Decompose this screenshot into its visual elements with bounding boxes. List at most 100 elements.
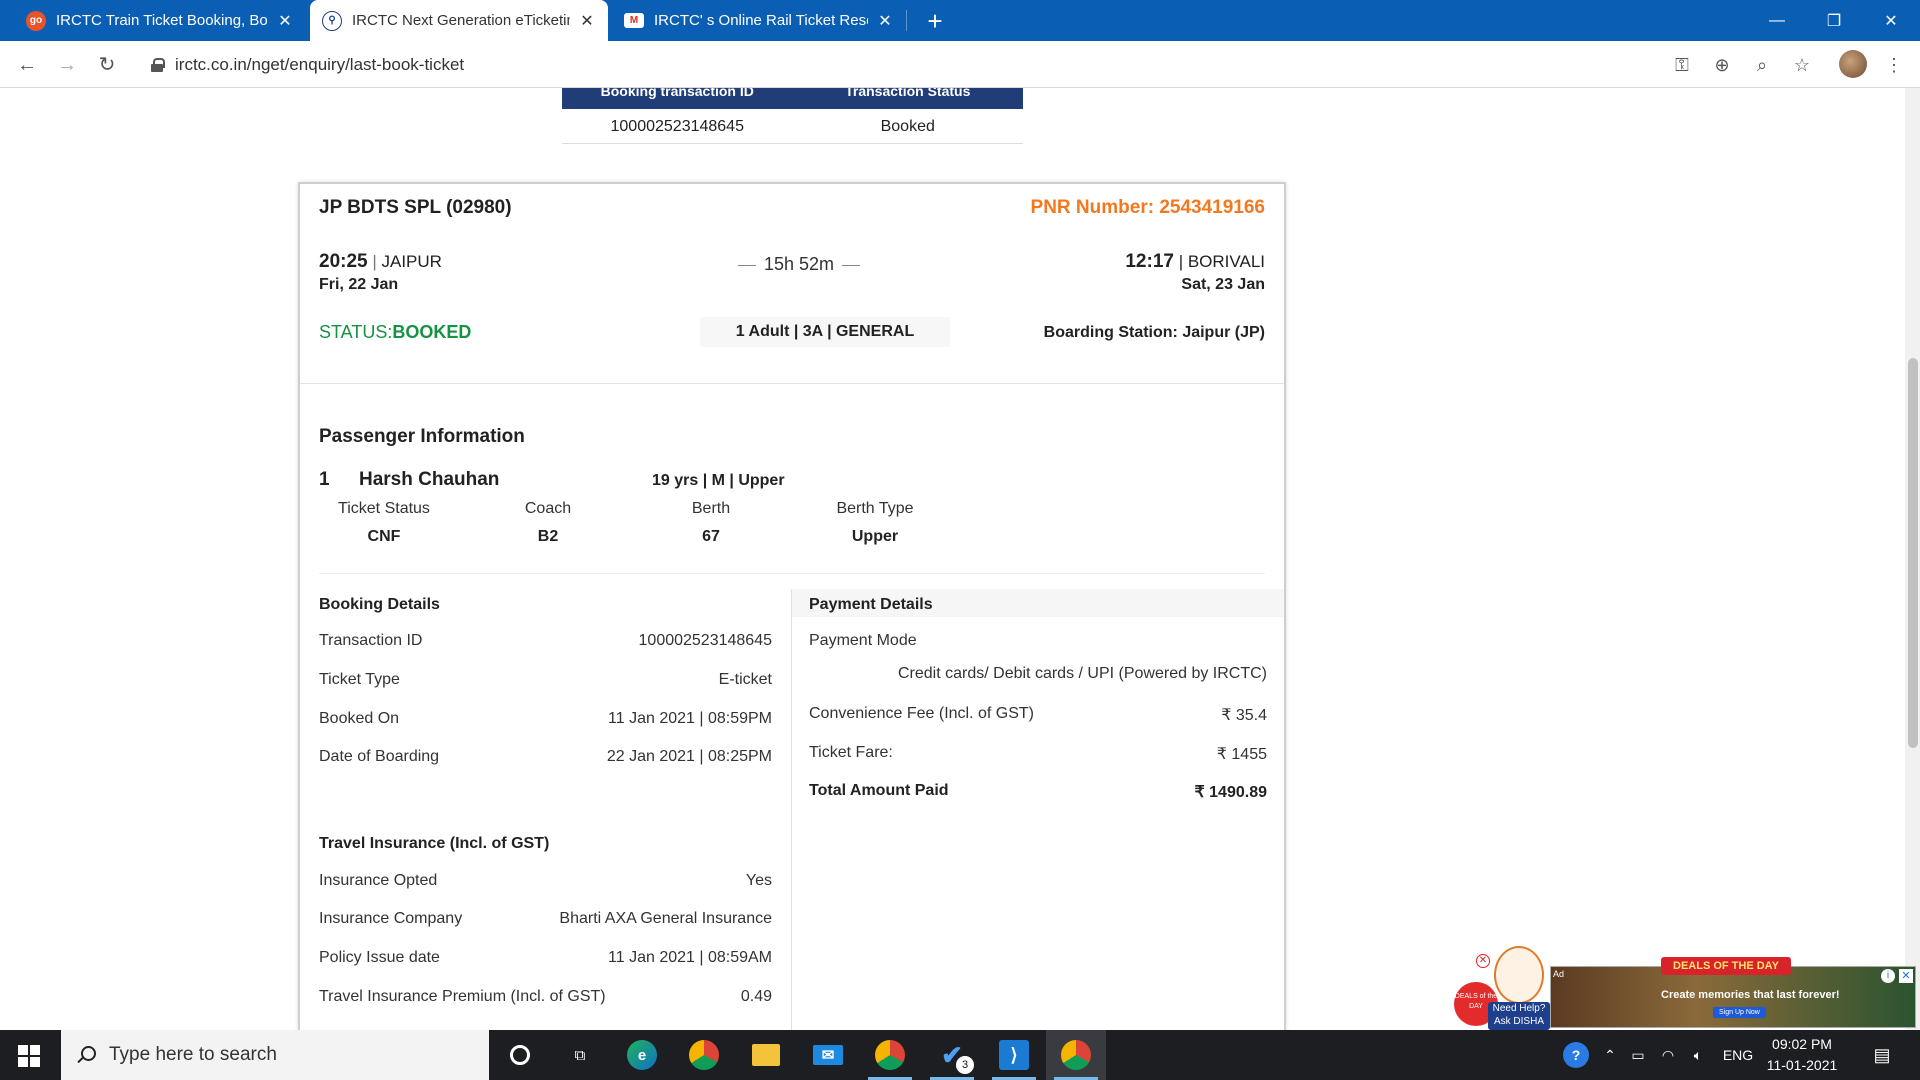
close-icon[interactable]: ✕ xyxy=(578,11,596,31)
bookmark-star-icon[interactable]: ☆ xyxy=(1790,53,1814,77)
task-view-icon[interactable]: ⧉ xyxy=(550,1030,610,1080)
ad-cta-button[interactable]: Sign Up Now xyxy=(1713,1007,1766,1018)
transaction-status-cell: Booked xyxy=(880,118,935,135)
row-label: Convenience Fee (Incl. of GST) xyxy=(809,705,1034,722)
arrival-date: Sat, 23 Jan xyxy=(1181,276,1265,293)
browser-toolbar: ← → ↻ irctc.co.in/nget/enquiry/last-book… xyxy=(0,41,1920,88)
row-value: ₹ 35.4 xyxy=(1221,707,1267,724)
back-arrow-icon[interactable]: ← xyxy=(13,51,41,79)
install-app-icon[interactable]: ⊕ xyxy=(1710,53,1734,77)
row-label: Ticket Fare: xyxy=(809,744,893,761)
status-value: BOOKED xyxy=(392,322,472,342)
minimize-button[interactable]: — xyxy=(1748,0,1806,41)
row-value: Yes xyxy=(745,872,772,889)
row-label: Transaction ID xyxy=(319,632,423,649)
berth-column: Berth 67 xyxy=(641,500,781,546)
gmail-icon: M xyxy=(624,13,644,28)
ad-label: Ad xyxy=(1553,969,1565,979)
forward-arrow-icon[interactable]: → xyxy=(53,51,81,79)
column-header: Transaction Status xyxy=(845,88,971,99)
arrival-time: 12:17 | BORIVALI xyxy=(1125,251,1265,272)
language-indicator[interactable]: ENG xyxy=(1718,1030,1758,1080)
edge-icon[interactable]: e xyxy=(612,1030,672,1080)
column-label: Berth xyxy=(691,500,731,517)
tab-irctc[interactable]: ⚲ IRCTC Next Generation eTicketing ✕ xyxy=(310,0,608,41)
ticket-status-column: Ticket Status CNF xyxy=(314,500,454,546)
total-amount-label: Total Amount Paid xyxy=(809,782,949,799)
mail-icon[interactable]: ✉ xyxy=(798,1030,858,1080)
booking-details-title: Booking Details xyxy=(319,596,440,613)
boarding-station: Boarding Station: Jaipur (JP) xyxy=(1043,324,1265,341)
key-icon[interactable]: ⚿ xyxy=(1670,53,1694,77)
goibibo-icon: go xyxy=(26,10,46,31)
column-value: B2 xyxy=(537,528,559,545)
volume-icon[interactable]: 🔈︎ xyxy=(1684,1030,1712,1080)
ticket-card: JP BDTS SPL (02980) PNR Number: 25434191… xyxy=(298,182,1286,1030)
address-bar[interactable]: irctc.co.in/nget/enquiry/last-book-ticke… xyxy=(137,47,1707,82)
restore-button[interactable]: ❐ xyxy=(1805,0,1863,41)
menu-kebab-icon[interactable]: ⋮ xyxy=(1882,53,1906,77)
journey-duration: 15h 52m xyxy=(730,254,868,275)
profile-avatar[interactable] xyxy=(1839,50,1867,78)
row-label: Ticket Type xyxy=(319,671,400,688)
chrome-profile-icon[interactable] xyxy=(674,1030,734,1080)
page-scrollbar[interactable] xyxy=(1905,88,1920,1030)
url-text[interactable]: irctc.co.in/nget/enquiry/last-book-ticke… xyxy=(175,55,464,75)
close-window-button[interactable]: ✕ xyxy=(1862,0,1920,41)
irctc-icon: ⚲ xyxy=(322,10,342,31)
file-explorer-icon[interactable] xyxy=(736,1030,796,1080)
scrollbar-thumb[interactable] xyxy=(1908,358,1918,748)
coach-column: Coach B2 xyxy=(478,500,618,546)
search-placeholder: Type here to search xyxy=(109,1044,277,1065)
help-icon[interactable]: ? xyxy=(1558,1030,1594,1080)
windows-start-icon[interactable] xyxy=(18,1045,40,1067)
windows-taskbar: Type here to search ⧉ e ✉ ✔ 3 ⟩ ? ⌃ ▭ ◠ … xyxy=(0,1030,1920,1080)
pnr-number: PNR Number: 2543419166 xyxy=(1030,197,1265,218)
passenger-meta: 19 yrs | M | Upper xyxy=(652,472,785,489)
zoom-icon[interactable]: ⌕ xyxy=(1750,53,1774,77)
ad-close-icon[interactable]: ✕ xyxy=(1899,969,1913,983)
chevron-up-icon[interactable]: ⌃ xyxy=(1598,1030,1622,1080)
new-tab-button[interactable]: + xyxy=(920,6,950,37)
todo-icon[interactable]: ✔ 3 xyxy=(922,1030,982,1080)
notification-center-icon[interactable]: ▤ xyxy=(1862,1030,1902,1080)
arrival-station: BORIVALI xyxy=(1187,252,1265,271)
cortana-icon[interactable] xyxy=(490,1030,550,1080)
taskbar-search-box[interactable]: Type here to search xyxy=(61,1030,489,1080)
tab-separator xyxy=(906,10,907,31)
row-value: E-ticket xyxy=(718,671,772,688)
vscode-icon[interactable]: ⟩ xyxy=(984,1030,1044,1080)
chrome-active-icon[interactable] xyxy=(1046,1030,1106,1080)
close-icon[interactable]: ✕ xyxy=(1476,954,1490,968)
close-icon[interactable]: ✕ xyxy=(276,11,294,31)
row-value: 11 Jan 2021 | 08:59PM xyxy=(608,710,772,727)
booking-status: STATUS:BOOKED xyxy=(319,322,471,343)
tab-title: IRCTC' s Online Rail Ticket Reserv xyxy=(654,12,868,29)
advertisement-banner[interactable]: Ad DEALS OF THE DAY Create memories that… xyxy=(1550,957,1916,1028)
reload-icon[interactable]: ↻ xyxy=(93,51,121,79)
need-help-label[interactable]: Need Help? Ask DISHA xyxy=(1488,1002,1550,1030)
tab-goibibo[interactable]: go IRCTC Train Ticket Booking, Book ✕ xyxy=(14,0,306,41)
row-label: Date of Boarding xyxy=(319,748,440,765)
passenger-name: Harsh Chauhan xyxy=(359,469,500,490)
column-label: Berth Type xyxy=(836,500,914,517)
row-label: Insurance Company xyxy=(319,910,463,927)
disha-help-widget[interactable]: DEALS of the DAY ✕ Need Help? Ask DISHA xyxy=(1448,942,1550,1030)
disha-avatar-icon[interactable] xyxy=(1494,946,1544,1004)
battery-icon[interactable]: ▭ xyxy=(1624,1030,1652,1080)
departure-clock: 20:25 xyxy=(319,251,368,272)
taskbar-clock[interactable]: 09:02 PM 11-01-2021 xyxy=(1766,1034,1838,1076)
transaction-id-cell: 100002523148645 xyxy=(610,118,744,135)
row-label: Policy Issue date xyxy=(319,949,440,966)
tab-gmail[interactable]: M IRCTC' s Online Rail Ticket Reserv ✕ xyxy=(612,0,906,41)
table-row: 100002523148645 Booked xyxy=(562,109,1023,144)
column-label: Coach xyxy=(524,500,572,517)
row-label: Booked On xyxy=(319,710,400,727)
close-icon[interactable]: ✕ xyxy=(876,11,894,31)
chrome-icon[interactable] xyxy=(860,1030,920,1080)
column-value: CNF xyxy=(367,528,401,545)
clock-date: 11-01-2021 xyxy=(1766,1057,1838,1073)
wifi-icon[interactable]: ◠ xyxy=(1654,1030,1682,1080)
lock-icon[interactable] xyxy=(151,57,165,72)
ad-info-icon[interactable]: i xyxy=(1881,969,1895,983)
